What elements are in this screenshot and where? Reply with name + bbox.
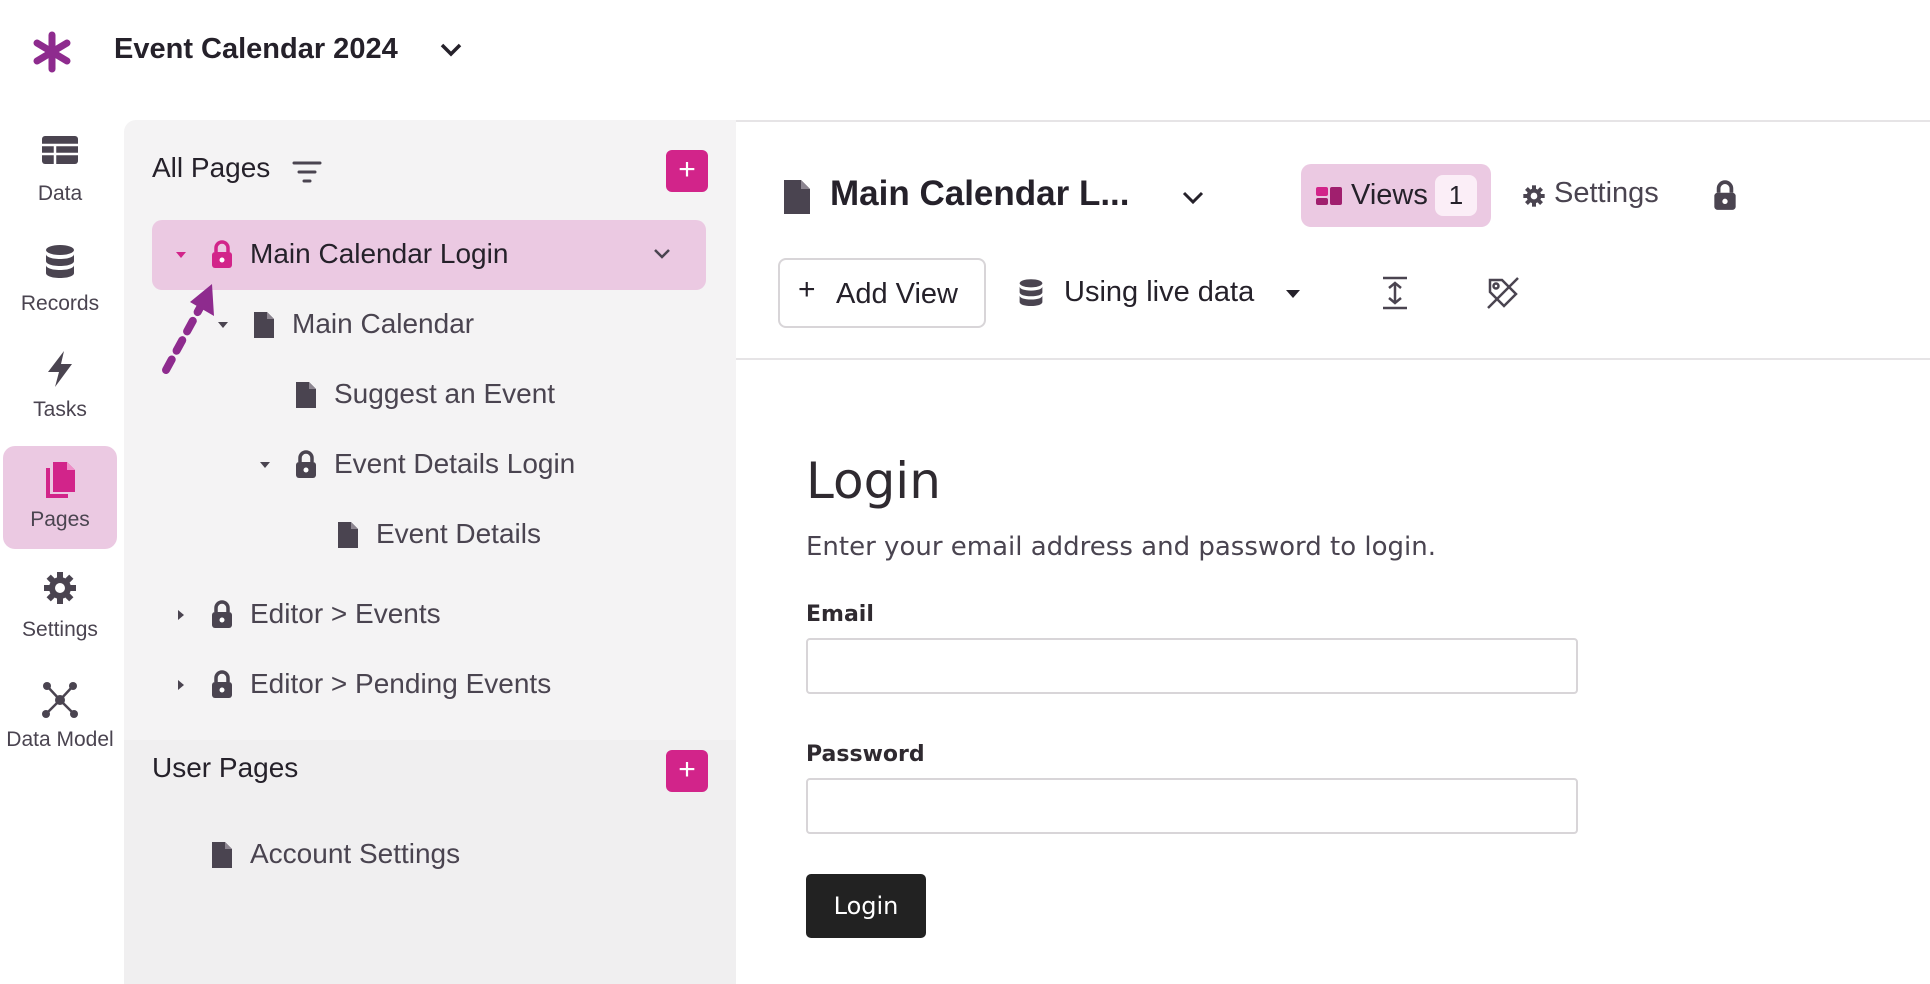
tree-item-event-details[interactable]: Event Details [152,500,706,570]
pages-sidebar: All Pages + Main Calendar Login Main Cal… [124,120,736,984]
gear-icon [1523,185,1545,207]
login-heading: Login [806,452,941,510]
nav-item-data-model[interactable]: Data Model [3,666,117,769]
add-user-page-button[interactable]: + [666,750,708,792]
pages-icon [46,462,75,498]
tree-item-editor-events[interactable]: Editor > Events [152,580,706,650]
lock-icon [212,240,232,268]
tree-item-label: Main Calendar Login [250,238,509,269]
tree-item-editor-pending-events[interactable]: Editor > Pending Events [152,650,706,720]
tree-item-label: Editor > Events [250,598,441,629]
page-title[interactable]: Main Calendar L... [830,174,1130,214]
views-button[interactable]: Views 1 [1301,164,1491,227]
tree-item-label: Event Details [376,518,541,549]
lock-icon [296,450,316,478]
caret-right-icon[interactable] [176,678,186,692]
user-pages-title: User Pages [152,752,299,783]
page-icon [338,522,358,548]
chevron-down-icon[interactable] [438,40,464,60]
caret-down-icon[interactable] [1284,288,1302,300]
nav-label: Tasks [33,398,87,421]
tree-item-label: Event Details Login [334,448,576,479]
tree-item-suggest-an-event[interactable]: Suggest an Event [152,360,706,430]
page-icon [296,382,316,408]
caret-right-icon[interactable] [176,608,186,622]
nav-label: Data [37,182,83,205]
tree-item-label: Main Calendar [292,308,475,339]
plus-icon: + [798,273,816,306]
lock-icon [212,670,232,698]
login-button[interactable]: Login [806,874,926,938]
tag-off-icon[interactable] [1486,276,1520,310]
caret-down-icon[interactable] [258,460,272,470]
email-field[interactable] [806,638,1578,694]
lightning-icon [48,351,72,387]
chevron-down-icon[interactable] [1180,188,1206,208]
all-pages-title: All Pages [152,152,271,183]
views-count-badge: 1 [1435,175,1477,216]
caret-down-icon[interactable] [174,250,188,260]
database-icon [1019,279,1043,306]
password-label: Password [806,742,925,767]
login-subtitle: Enter your email address and password to… [806,532,1437,562]
chevron-down-icon[interactable] [652,246,672,262]
lock-icon[interactable] [1712,180,1738,212]
tree-item-label: Suggest an Event [334,378,556,409]
tree-item-account-settings[interactable]: Account Settings [152,820,706,890]
nav-item-settings[interactable]: Settings [3,556,117,659]
annotation-arrow-icon [162,284,214,374]
main-panel: Main Calendar L... Views 1 Settings + Ad… [736,120,1930,984]
nav-item-pages[interactable]: Pages [3,446,117,549]
page-settings-button[interactable]: Settings [1554,177,1659,210]
database-icon [46,245,74,278]
app-logo-icon[interactable] [30,30,74,74]
views-icon [1316,187,1342,205]
app-title[interactable]: Event Calendar 2024 [114,33,398,66]
expand-vertical-icon[interactable] [1380,276,1410,310]
email-label: Email [806,602,874,627]
tree-item-label: Account Settings [250,838,461,869]
tree-item-main-calendar[interactable]: Main Calendar [152,290,706,360]
gear-icon [44,572,76,604]
data-source-toggle[interactable]: Using live data [1064,276,1254,309]
page-toolbar: Main Calendar L... Views 1 Settings + Ad… [736,122,1930,360]
nav-label: Records [20,292,100,315]
nav-label: Pages [30,508,90,531]
nav-label: Settings [22,618,98,641]
password-field[interactable] [806,778,1578,834]
top-bar: Event Calendar 2024 [0,0,1930,104]
add-view-button[interactable]: + Add View [778,258,986,328]
tree-item-label: Editor > Pending Events [250,668,552,699]
nav-item-records[interactable]: Records [3,230,117,333]
network-icon [42,682,78,718]
tree-item-main-calendar-login[interactable]: Main Calendar Login [152,220,706,290]
page-icon [784,180,810,214]
nav-item-data[interactable]: Data [3,120,117,223]
add-page-button[interactable]: + [666,150,708,192]
nav-item-tasks[interactable]: Tasks [3,336,117,439]
filter-icon[interactable] [292,160,322,184]
nav-label: Data Model [6,728,114,751]
tree-item-event-details-login[interactable]: Event Details Login [152,430,706,500]
page-icon [212,842,232,868]
page-icon [254,312,274,338]
views-label: Views [1351,179,1428,211]
add-view-label: Add View [836,278,958,310]
table-icon [42,136,78,164]
lock-icon [212,600,232,628]
